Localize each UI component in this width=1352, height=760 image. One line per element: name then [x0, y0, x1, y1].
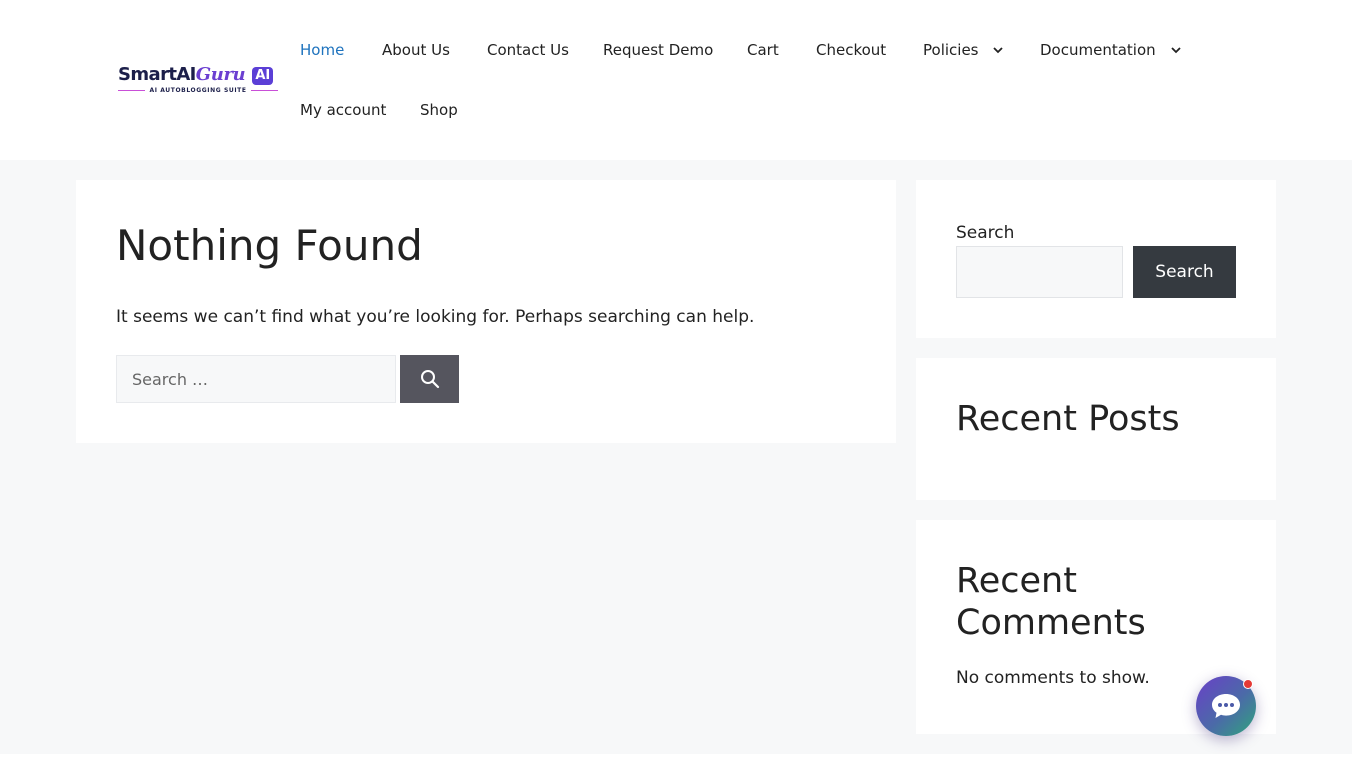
nav-item-contact-us[interactable]: Contact Us: [487, 20, 569, 80]
nav-item-about-us[interactable]: About Us: [382, 20, 450, 80]
nav-item-cart[interactable]: Cart: [747, 20, 779, 80]
nav-item-policies[interactable]: Policies: [923, 20, 1004, 80]
chat-bubble-icon: [1212, 694, 1240, 718]
search-widget-button[interactable]: Search: [1133, 246, 1236, 298]
site-header: SmartAIGuru AI AI AUTOBLOGGING SUITE Hom…: [0, 0, 1352, 160]
search-widget-label: Search: [956, 223, 1015, 243]
site-logo[interactable]: SmartAIGuru AI AI AUTOBLOGGING SUITE: [118, 64, 280, 96]
logo-name-part2: Guru: [195, 64, 246, 85]
content-card: Nothing Found It seems we can’t find wha…: [76, 180, 896, 443]
logo-divider: [250, 89, 279, 91]
nav-item-request-demo[interactable]: Request Demo: [603, 20, 713, 80]
recent-comments-title: Recent Comments: [956, 561, 1146, 643]
nav-item-shop[interactable]: Shop: [420, 80, 458, 140]
chevron-down-icon: [1171, 47, 1181, 54]
notification-dot: [1243, 679, 1253, 689]
recent-posts-title: Recent Posts: [956, 399, 1180, 439]
logo-divider: [118, 89, 146, 91]
nav-item-home[interactable]: Home: [300, 20, 344, 80]
search-widget-input[interactable]: [956, 246, 1123, 298]
search-input[interactable]: [116, 355, 396, 403]
nav-item-checkout[interactable]: Checkout: [816, 20, 886, 80]
search-icon: [420, 370, 439, 389]
recent-posts-widget: Recent Posts: [916, 358, 1276, 500]
search-submit-button[interactable]: [400, 355, 459, 403]
logo-tagline: AI AUTOBLOGGING SUITE: [149, 86, 247, 94]
logo-badge: AI: [252, 67, 274, 85]
logo-wordmark: SmartAIGuru AI: [118, 64, 274, 86]
nav-item-my-account[interactable]: My account: [300, 80, 386, 140]
chevron-down-icon: [993, 47, 1004, 54]
logo-tagline-row: AI AUTOBLOGGING SUITE: [118, 85, 279, 95]
nav-item-documentation[interactable]: Documentation: [1040, 20, 1182, 80]
logo-name-part1: SmartAI: [118, 64, 196, 85]
no-results-message: It seems we can’t find what you’re looki…: [116, 307, 755, 327]
nav-item-documentation-label: Documentation: [1040, 41, 1156, 59]
nav-item-policies-label: Policies: [923, 41, 979, 59]
recent-comments-empty: No comments to show.: [956, 668, 1150, 688]
search-widget: Search Search: [916, 180, 1276, 338]
footer-edge: [0, 754, 1352, 760]
page-title: Nothing Found: [116, 221, 423, 270]
